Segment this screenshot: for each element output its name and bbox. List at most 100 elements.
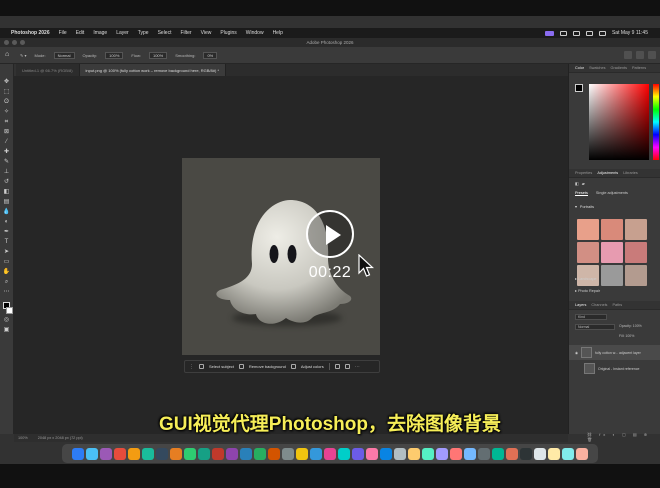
zoom-tool-icon[interactable]: ⌕ <box>3 278 11 286</box>
video-play-button[interactable] <box>306 210 354 258</box>
dock-app-icon[interactable] <box>296 447 308 460</box>
menu-window[interactable]: Window <box>246 30 264 36</box>
dock-app-icon[interactable] <box>520 447 532 460</box>
stamp-tool-icon[interactable]: ⊥ <box>3 168 11 176</box>
layer-row[interactable]: ◉ fully cotton w... adjacent layer <box>569 345 660 360</box>
layer-fill[interactable]: Fill: 100% <box>619 334 634 338</box>
minimize-window-icon[interactable] <box>12 40 17 45</box>
eyedropper-tool-icon[interactable]: ⁄ <box>3 138 11 146</box>
menu-filter[interactable]: Filter <box>180 30 191 36</box>
dock-app-icon[interactable] <box>338 447 350 460</box>
eraser-tool-icon[interactable]: ◧ <box>3 188 11 196</box>
menu-layer[interactable]: Layer <box>116 30 129 36</box>
toggle-icon[interactable] <box>572 30 580 36</box>
panel-foreground-swatch[interactable] <box>575 84 583 92</box>
dock-app-icon[interactable] <box>380 447 392 460</box>
dock-app-icon[interactable] <box>184 447 196 460</box>
tab-swatches[interactable]: Swatches <box>589 66 605 70</box>
hand-tool-icon[interactable]: ✋ <box>3 268 11 276</box>
flow-field[interactable]: 100% <box>148 51 168 59</box>
dock-app-icon[interactable] <box>366 447 378 460</box>
tab-properties[interactable]: Properties <box>575 171 592 175</box>
lasso-tool-icon[interactable]: ʘ <box>3 98 11 106</box>
more-tools-icon[interactable]: ⋯ <box>3 288 11 296</box>
dock-app-icon[interactable] <box>254 447 266 460</box>
tab-layers[interactable]: Layers <box>575 303 586 307</box>
dock-app-icon[interactable] <box>226 447 238 460</box>
tab-paths[interactable]: Paths <box>612 303 622 307</box>
tab-channels[interactable]: Channels <box>591 303 607 307</box>
remove-background-button[interactable]: Remove background <box>249 364 286 369</box>
dock-app-icon[interactable] <box>562 447 574 460</box>
move-tool-icon[interactable]: ✥ <box>3 78 11 86</box>
dock-app-icon[interactable] <box>240 447 252 460</box>
dock-app-icon[interactable] <box>492 447 504 460</box>
history-brush-icon[interactable]: ↺ <box>3 178 11 186</box>
smoothing-field[interactable]: 0% <box>203 51 218 59</box>
screen-mode-icon[interactable]: ▣ <box>3 326 11 334</box>
visibility-eye-icon[interactable]: ◉ <box>575 351 578 355</box>
preset-thumb-6[interactable] <box>625 242 647 263</box>
color-picker-field[interactable] <box>589 84 649 160</box>
dock-app-icon[interactable] <box>324 447 336 460</box>
opacity-field[interactable]: 100% <box>105 51 124 59</box>
wifi-icon[interactable] <box>598 30 606 36</box>
dock-app-icon[interactable] <box>450 447 462 460</box>
preset-thumb-9[interactable] <box>625 265 647 286</box>
dock-app-icon[interactable] <box>310 447 322 460</box>
dock-app-icon[interactable] <box>212 447 224 460</box>
mask-icon[interactable] <box>344 364 350 369</box>
path-select-tool-icon[interactable]: ➤ <box>3 248 11 256</box>
dock-app-icon[interactable] <box>436 447 448 460</box>
hue-slider[interactable] <box>653 84 659 160</box>
mode-select[interactable]: Normal <box>53 51 75 59</box>
preset-thumb-4[interactable] <box>577 242 599 263</box>
menu-app-name[interactable]: Photoshop 2026 <box>11 30 50 36</box>
preset-thumb-1[interactable] <box>577 219 599 240</box>
layer-opacity[interactable]: Opacity: 100% <box>619 324 642 328</box>
more-options-icon[interactable]: ⋯ <box>355 364 360 370</box>
dock-app-icon[interactable] <box>268 447 280 460</box>
brush-tool-preset-icon[interactable]: ✎ ▾ <box>20 53 26 58</box>
ai-agent-icon[interactable] <box>544 30 554 36</box>
folder-icon[interactable]: ▰ <box>582 181 585 186</box>
zoom-window-icon[interactable] <box>20 40 25 45</box>
tab-untitled[interactable]: Untitled-1 @ 66.7% (RGB/8) <box>16 64 80 76</box>
dock-app-icon[interactable] <box>464 447 476 460</box>
dock-app-icon[interactable] <box>534 447 546 460</box>
menu-type[interactable]: Type <box>138 30 149 36</box>
background-color-swatch[interactable] <box>6 307 13 314</box>
dock-app-icon[interactable] <box>128 447 140 460</box>
dock-app-icon[interactable] <box>86 447 98 460</box>
preset-thumb-5[interactable] <box>601 242 623 263</box>
add-adjustment-icon[interactable]: ◧ <box>575 181 579 186</box>
preset-thumb-2[interactable] <box>601 219 623 240</box>
tab-gradients[interactable]: Gradients <box>611 66 627 70</box>
brush-tool-icon[interactable]: ✎ <box>3 158 11 166</box>
tab-libraries[interactable]: Libraries <box>623 171 638 175</box>
dodge-tool-icon[interactable]: ◐ <box>3 218 11 226</box>
dock-app-icon[interactable] <box>394 447 406 460</box>
dock-app-icon[interactable] <box>114 447 126 460</box>
quick-mask-icon[interactable]: ◎ <box>3 316 11 324</box>
tab-patterns[interactable]: Patterns <box>632 66 646 70</box>
dock-app-icon[interactable] <box>156 447 168 460</box>
quick-select-tool-icon[interactable]: ✧ <box>3 108 11 116</box>
dock-app-icon[interactable] <box>100 447 112 460</box>
zoom-level[interactable]: 100% <box>18 436 28 440</box>
select-subject-button[interactable]: Select subject <box>209 364 234 369</box>
share-icon[interactable] <box>636 51 644 59</box>
document-canvas[interactable]: 00:22 <box>182 158 380 355</box>
marquee-tool-icon[interactable]: ⬚ <box>3 88 11 96</box>
tab-single-adjustments[interactable]: Single adjustments <box>596 191 628 195</box>
shape-tool-icon[interactable]: ▭ <box>3 258 11 266</box>
pen-tool-icon[interactable]: ✒ <box>3 228 11 236</box>
frame-tool-icon[interactable]: ⊠ <box>3 128 11 136</box>
menu-plugins[interactable]: Plugins <box>220 30 236 36</box>
home-icon[interactable]: ⌂ <box>5 51 13 59</box>
menu-image[interactable]: Image <box>93 30 107 36</box>
canvas-area[interactable]: 00:22 ⋮ Select subject Remove background… <box>14 76 568 434</box>
screen-icon[interactable] <box>559 30 567 36</box>
blend-mode-select[interactable]: Normal <box>575 324 615 330</box>
dock-app-icon[interactable] <box>548 447 560 460</box>
